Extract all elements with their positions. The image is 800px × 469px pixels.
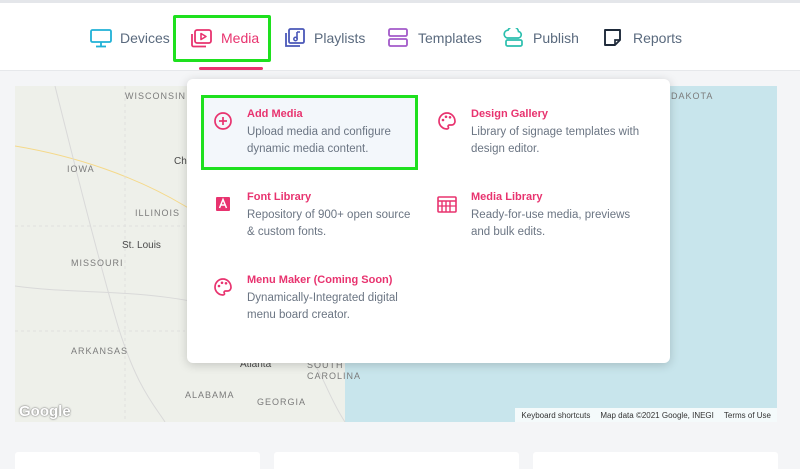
nav-media-label: Media <box>221 30 260 46</box>
map-label-arkansas: ARKANSAS <box>71 346 129 356</box>
cloud-publish-icon <box>503 27 525 49</box>
nav-media[interactable]: Media <box>191 21 259 55</box>
map-label-georgia: GEORGIA <box>257 397 307 407</box>
templates-icon <box>388 27 410 49</box>
menu-item-title: Add Media <box>247 108 303 120</box>
nav-reports-label: Reports <box>633 30 683 46</box>
nav-devices[interactable]: Devices <box>90 21 170 55</box>
nav-devices-label: Devices <box>120 30 170 46</box>
menu-item-description: Upload media and configure dynamic media… <box>247 126 391 155</box>
menu-item-font-library[interactable]: Font Library Repository of 900+ open sou… <box>211 190 421 241</box>
monitor-icon <box>90 27 112 49</box>
map-attribution: Keyboard shortcuts Map data ©2021 Google… <box>515 408 777 422</box>
nav-templates-label: Templates <box>418 30 482 46</box>
font-letter-icon <box>211 192 235 216</box>
palette-icon <box>211 275 235 299</box>
menu-item-media-library[interactable]: Media Library Ready-for-use media, previ… <box>435 190 645 241</box>
media-dropdown-menu: Add Media Upload media and configure dyn… <box>187 79 670 363</box>
menu-item-add-media[interactable]: Add Media Upload media and configure dyn… <box>211 107 421 158</box>
nav-publish[interactable]: Publish <box>503 21 579 55</box>
keyboard-shortcuts-link[interactable]: Keyboard shortcuts <box>521 411 590 420</box>
active-tab-underline <box>199 67 263 70</box>
media-play-icon <box>191 27 213 49</box>
menu-item-design-gallery[interactable]: Design Gallery Library of signage templa… <box>435 107 645 158</box>
map-label-illinois: ILLINOIS <box>135 208 181 218</box>
menu-item-description: Ready-for-use media, previews and bulk e… <box>471 209 631 238</box>
menu-item-title: Menu Maker (Coming Soon) <box>247 274 393 286</box>
map-label-wisconsin: WISCONSIN <box>125 91 187 101</box>
media-library-icon <box>435 192 459 216</box>
plus-circle-icon <box>211 109 235 133</box>
menu-item-description: Library of signage templates with design… <box>471 126 640 155</box>
menu-item-title: Design Gallery <box>471 108 549 120</box>
map-label-missouri: MISSOURI <box>71 258 124 268</box>
summary-card <box>533 452 778 469</box>
nav-reports[interactable]: Reports <box>603 21 682 55</box>
nav-playlists[interactable]: Playlists <box>284 21 365 55</box>
menu-item-title: Media Library <box>471 191 543 203</box>
google-logo: Google <box>19 403 71 420</box>
menu-item-menu-maker[interactable]: Menu Maker (Coming Soon) Dynamically-Int… <box>211 273 421 324</box>
menu-item-description: Repository of 900+ open source & custom … <box>247 209 411 238</box>
terms-of-use-link[interactable]: Terms of Use <box>724 411 771 420</box>
map-label-dakota: DAKOTA <box>671 91 714 101</box>
playlist-icon <box>284 27 306 49</box>
nav-playlists-label: Playlists <box>314 30 366 46</box>
menu-item-title: Font Library <box>247 191 312 203</box>
palette-icon <box>435 109 459 133</box>
reports-note-icon <box>603 27 625 49</box>
top-nav: Devices Media Playlists Templates Publis… <box>0 3 800 71</box>
map-data-text: Map data ©2021 Google, INEGI <box>600 410 714 420</box>
summary-card <box>274 452 519 469</box>
map-label-city: Ch <box>174 156 187 167</box>
nav-publish-label: Publish <box>533 30 579 46</box>
summary-card <box>15 452 260 469</box>
map-label-st-louis: St. Louis <box>122 240 161 251</box>
nav-templates[interactable]: Templates <box>388 21 482 55</box>
map-label-iowa: IOWA <box>67 164 95 174</box>
map-label-alabama: ALABAMA <box>185 390 235 400</box>
menu-item-description: Dynamically-Integrated digital menu boar… <box>247 292 398 321</box>
map-label-carolina: CAROLINA <box>307 371 362 381</box>
